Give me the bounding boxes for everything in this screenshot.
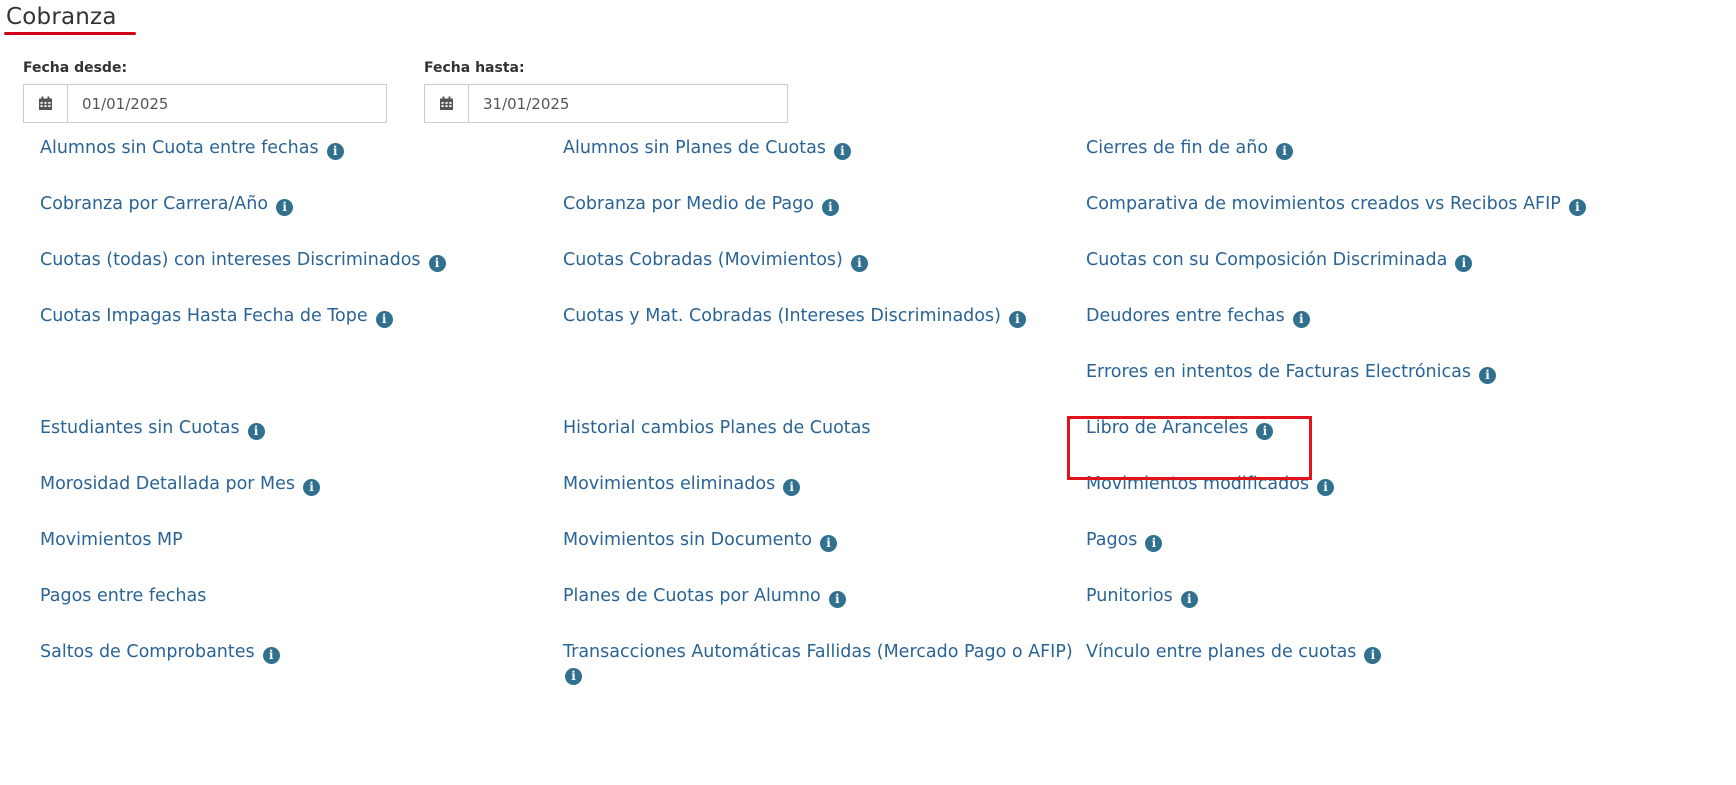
- report-link[interactable]: Vínculo entre planes de cuotas i: [1086, 640, 1586, 696]
- report-link-label: Cuotas Impagas Hasta Fecha de Tope: [40, 306, 368, 326]
- report-link-label: Morosidad Detallada por Mes: [40, 474, 296, 494]
- fecha-desde-input-group: [23, 84, 387, 123]
- report-link[interactable]: Cierres de fin de año i: [1086, 136, 1586, 192]
- report-link[interactable]: Cuotas y Mat. Cobradas (Intereses Discri…: [563, 304, 1086, 360]
- report-link-label: Movimientos sin Documento: [563, 530, 813, 550]
- info-icon[interactable]: i: [833, 143, 851, 160]
- fecha-hasta-label: Fecha hasta:: [424, 60, 525, 76]
- info-icon[interactable]: i: [428, 255, 446, 272]
- report-link-label: Transacciones Automáticas Fallidas (Merc…: [563, 642, 1073, 662]
- report-link-label: Movimientos MP: [40, 530, 183, 550]
- info-icon[interactable]: i: [1008, 311, 1026, 328]
- report-link-label: Alumnos sin Planes de Cuotas: [563, 138, 826, 158]
- report-link[interactable]: Planes de Cuotas por Alumno i: [563, 584, 1086, 640]
- report-link-label: Comparativa de movimientos creados vs Re…: [1086, 194, 1561, 214]
- report-link[interactable]: Cobranza por Medio de Pago i: [563, 192, 1086, 248]
- report-link[interactable]: Morosidad Detallada por Mes i: [40, 472, 563, 528]
- info-icon[interactable]: i: [1145, 535, 1163, 552]
- info-icon[interactable]: i: [1364, 647, 1382, 664]
- report-link[interactable]: Movimientos modificados i: [1086, 472, 1586, 528]
- page-title: Cobranza: [6, 4, 117, 30]
- report-link-label: Punitorios: [1086, 586, 1173, 606]
- report-link-label: Cuotas con su Composición Discriminada: [1086, 250, 1448, 270]
- report-link[interactable]: Cuotas (todas) con intereses Discriminad…: [40, 248, 563, 304]
- report-link[interactable]: Deudores entre fechas i: [1086, 304, 1586, 360]
- report-link-label: Deudores entre fechas: [1086, 306, 1285, 326]
- calendar-icon[interactable]: [24, 85, 68, 122]
- report-link-label: Cuotas Cobradas (Movimientos): [563, 250, 843, 270]
- fecha-desde-input[interactable]: [68, 85, 386, 122]
- report-link[interactable]: Alumnos sin Cuota entre fechas i: [40, 136, 563, 192]
- report-link[interactable]: Errores en intentos de Facturas Electrón…: [1086, 360, 1586, 416]
- report-link[interactable]: Comparativa de movimientos creados vs Re…: [1086, 192, 1586, 248]
- report-link-label: Cobranza por Carrera/Año: [40, 194, 269, 214]
- report-link-label: Planes de Cuotas por Alumno: [563, 586, 821, 606]
- info-icon[interactable]: i: [375, 311, 393, 328]
- report-link[interactable]: Cuotas Impagas Hasta Fecha de Tope i: [40, 304, 563, 360]
- report-link-label: Cobranza por Medio de Pago: [563, 194, 814, 214]
- fecha-desde-label: Fecha desde:: [23, 60, 128, 76]
- report-empty-cell: [40, 360, 563, 416]
- report-list: Alumnos sin Cuota entre fechas i Alumnos s…: [40, 136, 1586, 696]
- fecha-hasta-input-group: [424, 84, 788, 123]
- report-link[interactable]: Movimientos MP: [40, 528, 563, 584]
- highlight-annotation: [1067, 416, 1312, 480]
- report-link-label: Vínculo entre planes de cuotas: [1086, 642, 1357, 662]
- info-icon[interactable]: i: [1276, 143, 1294, 160]
- info-icon[interactable]: i: [1180, 591, 1198, 608]
- report-link-label: Saltos de Comprobantes: [40, 642, 255, 662]
- report-link-label: Estudiantes sin Cuotas: [40, 418, 240, 438]
- info-icon[interactable]: i: [247, 423, 265, 440]
- info-icon[interactable]: i: [1292, 311, 1310, 328]
- info-icon[interactable]: i: [1455, 255, 1473, 272]
- info-icon[interactable]: i: [276, 199, 294, 216]
- report-link[interactable]: Movimientos eliminados i: [563, 472, 1086, 528]
- report-link[interactable]: Movimientos sin Documento i: [563, 528, 1086, 584]
- report-link-label: Movimientos eliminados: [563, 474, 776, 494]
- report-link-label: Cuotas (todas) con intereses Discriminad…: [40, 250, 421, 270]
- report-link[interactable]: Alumnos sin Planes de Cuotas i: [563, 136, 1086, 192]
- report-link[interactable]: Cobranza por Carrera/Año i: [40, 192, 563, 248]
- info-icon[interactable]: i: [326, 143, 344, 160]
- calendar-icon[interactable]: [425, 85, 469, 122]
- report-link[interactable]: Punitorios i: [1086, 584, 1586, 640]
- report-link[interactable]: Estudiantes sin Cuotas i: [40, 416, 563, 472]
- info-icon[interactable]: i: [1568, 199, 1586, 216]
- report-link[interactable]: Historial cambios Planes de Cuotas: [563, 416, 1086, 472]
- info-icon[interactable]: i: [565, 668, 582, 685]
- report-link-label: Cuotas y Mat. Cobradas (Intereses Discri…: [563, 306, 1001, 326]
- report-link[interactable]: Cuotas con su Composición Discriminada i: [1086, 248, 1586, 304]
- info-icon[interactable]: i: [303, 479, 321, 496]
- report-link[interactable]: Transacciones Automáticas Fallidas (Merc…: [563, 640, 1086, 696]
- fecha-desde-field: Fecha desde:: [23, 60, 387, 123]
- info-icon[interactable]: i: [262, 647, 280, 664]
- report-link[interactable]: Pagos i: [1086, 528, 1586, 584]
- info-icon[interactable]: i: [828, 591, 846, 608]
- info-icon[interactable]: i: [850, 255, 868, 272]
- info-icon[interactable]: i: [1317, 479, 1335, 496]
- report-link[interactable]: Cuotas Cobradas (Movimientos) i: [563, 248, 1086, 304]
- info-icon[interactable]: i: [821, 199, 839, 216]
- report-link-label: Historial cambios Planes de Cuotas: [563, 418, 871, 438]
- report-link-label: Alumnos sin Cuota entre fechas: [40, 138, 319, 158]
- report-link[interactable]: Pagos entre fechas: [40, 584, 563, 640]
- report-empty-cell: [563, 360, 1086, 416]
- info-icon[interactable]: i: [783, 479, 801, 496]
- title-underline: [4, 32, 136, 35]
- report-link-label: Pagos: [1086, 530, 1138, 550]
- fecha-hasta-input[interactable]: [469, 85, 787, 122]
- fecha-hasta-field: Fecha hasta:: [424, 60, 788, 123]
- report-link[interactable]: Saltos de Comprobantes i: [40, 640, 563, 696]
- report-link-label: Cierres de fin de año: [1086, 138, 1269, 158]
- report-link-label: Errores en intentos de Facturas Electrón…: [1086, 362, 1471, 382]
- report-link-label: Pagos entre fechas: [40, 586, 207, 606]
- info-icon[interactable]: i: [1478, 367, 1496, 384]
- info-icon[interactable]: i: [820, 535, 838, 552]
